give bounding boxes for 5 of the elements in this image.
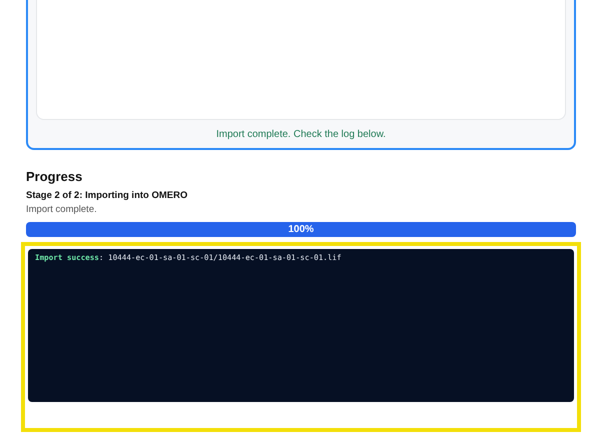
progress-fill: 100% bbox=[26, 222, 576, 237]
status-message: Import complete. Check the log below. bbox=[215, 128, 387, 142]
stage-label: Stage 2 of 2: Importing into OMERO bbox=[26, 188, 188, 202]
section-heading: Progress bbox=[26, 168, 84, 186]
stage-detail: Import complete. bbox=[26, 202, 98, 217]
